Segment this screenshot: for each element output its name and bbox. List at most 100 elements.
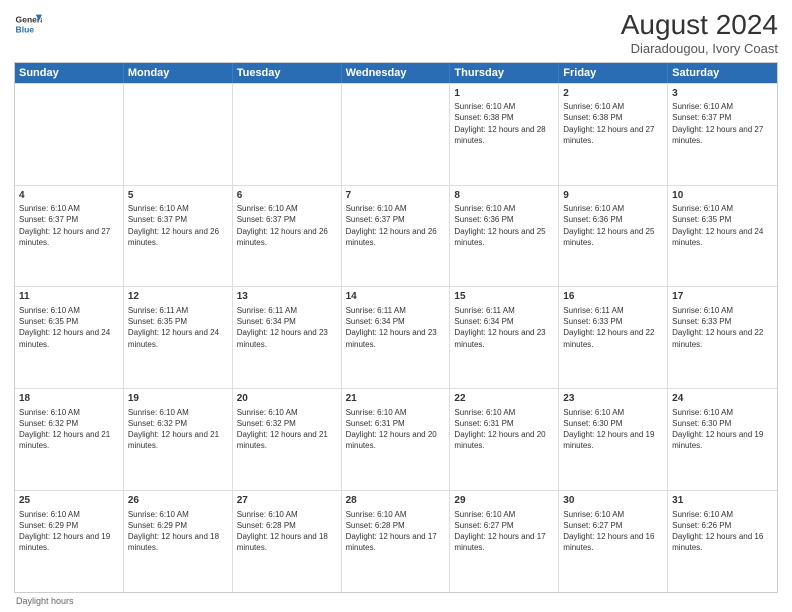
day-number: 12 xyxy=(128,290,228,304)
day-number: 6 xyxy=(237,189,337,203)
day-info: Sunrise: 6:10 AMSunset: 6:37 PMDaylight:… xyxy=(346,203,446,248)
day-info: Sunrise: 6:10 AMSunset: 6:30 PMDaylight:… xyxy=(563,407,663,452)
calendar-cell-15: 15Sunrise: 6:11 AMSunset: 6:34 PMDayligh… xyxy=(450,287,559,388)
calendar-cell-25: 25Sunrise: 6:10 AMSunset: 6:29 PMDayligh… xyxy=(15,491,124,592)
header-tuesday: Tuesday xyxy=(233,63,342,83)
calendar-week-3: 11Sunrise: 6:10 AMSunset: 6:35 PMDayligh… xyxy=(15,286,777,388)
day-number: 23 xyxy=(563,392,663,406)
day-info: Sunrise: 6:10 AMSunset: 6:29 PMDaylight:… xyxy=(128,509,228,554)
day-info: Sunrise: 6:10 AMSunset: 6:32 PMDaylight:… xyxy=(128,407,228,452)
day-info: Sunrise: 6:10 AMSunset: 6:35 PMDaylight:… xyxy=(19,305,119,350)
calendar-cell-27: 27Sunrise: 6:10 AMSunset: 6:28 PMDayligh… xyxy=(233,491,342,592)
day-info: Sunrise: 6:10 AMSunset: 6:32 PMDaylight:… xyxy=(237,407,337,452)
calendar-cell-28: 28Sunrise: 6:10 AMSunset: 6:28 PMDayligh… xyxy=(342,491,451,592)
calendar-cell-empty xyxy=(342,84,451,185)
day-number: 8 xyxy=(454,189,554,203)
day-number: 28 xyxy=(346,494,446,508)
day-number: 17 xyxy=(672,290,773,304)
calendar-week-2: 4Sunrise: 6:10 AMSunset: 6:37 PMDaylight… xyxy=(15,185,777,287)
calendar-cell-29: 29Sunrise: 6:10 AMSunset: 6:27 PMDayligh… xyxy=(450,491,559,592)
calendar-cell-10: 10Sunrise: 6:10 AMSunset: 6:35 PMDayligh… xyxy=(668,186,777,287)
header-friday: Friday xyxy=(559,63,668,83)
calendar-cell-26: 26Sunrise: 6:10 AMSunset: 6:29 PMDayligh… xyxy=(124,491,233,592)
calendar-cell-21: 21Sunrise: 6:10 AMSunset: 6:31 PMDayligh… xyxy=(342,389,451,490)
day-number: 29 xyxy=(454,494,554,508)
calendar-cell-23: 23Sunrise: 6:10 AMSunset: 6:30 PMDayligh… xyxy=(559,389,668,490)
header-wednesday: Wednesday xyxy=(342,63,451,83)
day-info: Sunrise: 6:11 AMSunset: 6:33 PMDaylight:… xyxy=(563,305,663,350)
calendar-cell-19: 19Sunrise: 6:10 AMSunset: 6:32 PMDayligh… xyxy=(124,389,233,490)
calendar-cell-2: 2Sunrise: 6:10 AMSunset: 6:38 PMDaylight… xyxy=(559,84,668,185)
calendar-cell-16: 16Sunrise: 6:11 AMSunset: 6:33 PMDayligh… xyxy=(559,287,668,388)
day-number: 18 xyxy=(19,392,119,406)
day-info: Sunrise: 6:10 AMSunset: 6:27 PMDaylight:… xyxy=(563,509,663,554)
day-number: 7 xyxy=(346,189,446,203)
day-number: 13 xyxy=(237,290,337,304)
calendar-cell-31: 31Sunrise: 6:10 AMSunset: 6:26 PMDayligh… xyxy=(668,491,777,592)
calendar-body: 1Sunrise: 6:10 AMSunset: 6:38 PMDaylight… xyxy=(15,83,777,592)
calendar-cell-6: 6Sunrise: 6:10 AMSunset: 6:37 PMDaylight… xyxy=(233,186,342,287)
day-number: 10 xyxy=(672,189,773,203)
calendar-cell-7: 7Sunrise: 6:10 AMSunset: 6:37 PMDaylight… xyxy=(342,186,451,287)
day-info: Sunrise: 6:10 AMSunset: 6:38 PMDaylight:… xyxy=(563,101,663,146)
day-number: 11 xyxy=(19,290,119,304)
day-info: Sunrise: 6:10 AMSunset: 6:31 PMDaylight:… xyxy=(454,407,554,452)
day-info: Sunrise: 6:10 AMSunset: 6:31 PMDaylight:… xyxy=(346,407,446,452)
day-info: Sunrise: 6:10 AMSunset: 6:37 PMDaylight:… xyxy=(19,203,119,248)
calendar-cell-1: 1Sunrise: 6:10 AMSunset: 6:38 PMDaylight… xyxy=(450,84,559,185)
calendar-cell-18: 18Sunrise: 6:10 AMSunset: 6:32 PMDayligh… xyxy=(15,389,124,490)
day-number: 9 xyxy=(563,189,663,203)
day-number: 21 xyxy=(346,392,446,406)
calendar-cell-13: 13Sunrise: 6:11 AMSunset: 6:34 PMDayligh… xyxy=(233,287,342,388)
day-number: 2 xyxy=(563,87,663,101)
day-info: Sunrise: 6:10 AMSunset: 6:37 PMDaylight:… xyxy=(672,101,773,146)
day-number: 5 xyxy=(128,189,228,203)
calendar-cell-3: 3Sunrise: 6:10 AMSunset: 6:37 PMDaylight… xyxy=(668,84,777,185)
calendar-cell-empty xyxy=(124,84,233,185)
calendar-week-4: 18Sunrise: 6:10 AMSunset: 6:32 PMDayligh… xyxy=(15,388,777,490)
day-number: 27 xyxy=(237,494,337,508)
calendar-cell-empty xyxy=(233,84,342,185)
calendar-cell-9: 9Sunrise: 6:10 AMSunset: 6:36 PMDaylight… xyxy=(559,186,668,287)
day-number: 19 xyxy=(128,392,228,406)
day-info: Sunrise: 6:10 AMSunset: 6:36 PMDaylight:… xyxy=(454,203,554,248)
calendar-week-5: 25Sunrise: 6:10 AMSunset: 6:29 PMDayligh… xyxy=(15,490,777,592)
calendar-title: August 2024 xyxy=(621,10,778,41)
day-info: Sunrise: 6:10 AMSunset: 6:28 PMDaylight:… xyxy=(237,509,337,554)
day-info: Sunrise: 6:11 AMSunset: 6:34 PMDaylight:… xyxy=(346,305,446,350)
header-saturday: Saturday xyxy=(668,63,777,83)
calendar-cell-20: 20Sunrise: 6:10 AMSunset: 6:32 PMDayligh… xyxy=(233,389,342,490)
day-info: Sunrise: 6:11 AMSunset: 6:35 PMDaylight:… xyxy=(128,305,228,350)
title-block: August 2024 Diaradougou, Ivory Coast xyxy=(621,10,778,56)
day-number: 31 xyxy=(672,494,773,508)
day-number: 30 xyxy=(563,494,663,508)
day-info: Sunrise: 6:10 AMSunset: 6:26 PMDaylight:… xyxy=(672,509,773,554)
calendar-cell-24: 24Sunrise: 6:10 AMSunset: 6:30 PMDayligh… xyxy=(668,389,777,490)
day-number: 4 xyxy=(19,189,119,203)
day-info: Sunrise: 6:10 AMSunset: 6:32 PMDaylight:… xyxy=(19,407,119,452)
calendar-cell-14: 14Sunrise: 6:11 AMSunset: 6:34 PMDayligh… xyxy=(342,287,451,388)
day-info: Sunrise: 6:10 AMSunset: 6:35 PMDaylight:… xyxy=(672,203,773,248)
calendar-cell-8: 8Sunrise: 6:10 AMSunset: 6:36 PMDaylight… xyxy=(450,186,559,287)
day-number: 22 xyxy=(454,392,554,406)
day-info: Sunrise: 6:11 AMSunset: 6:34 PMDaylight:… xyxy=(237,305,337,350)
page: General Blue August 2024 Diaradougou, Iv… xyxy=(0,0,792,612)
day-number: 15 xyxy=(454,290,554,304)
day-number: 3 xyxy=(672,87,773,101)
day-number: 26 xyxy=(128,494,228,508)
day-info: Sunrise: 6:10 AMSunset: 6:29 PMDaylight:… xyxy=(19,509,119,554)
header-monday: Monday xyxy=(124,63,233,83)
svg-text:Blue: Blue xyxy=(16,25,35,35)
calendar-subtitle: Diaradougou, Ivory Coast xyxy=(621,41,778,56)
calendar-cell-30: 30Sunrise: 6:10 AMSunset: 6:27 PMDayligh… xyxy=(559,491,668,592)
day-info: Sunrise: 6:11 AMSunset: 6:34 PMDaylight:… xyxy=(454,305,554,350)
day-info: Sunrise: 6:10 AMSunset: 6:30 PMDaylight:… xyxy=(672,407,773,452)
logo: General Blue xyxy=(14,10,42,38)
calendar-cell-empty xyxy=(15,84,124,185)
calendar-header: Sunday Monday Tuesday Wednesday Thursday… xyxy=(15,63,777,83)
day-number: 16 xyxy=(563,290,663,304)
day-info: Sunrise: 6:10 AMSunset: 6:37 PMDaylight:… xyxy=(237,203,337,248)
calendar-cell-4: 4Sunrise: 6:10 AMSunset: 6:37 PMDaylight… xyxy=(15,186,124,287)
footer-note: Daylight hours xyxy=(14,596,778,606)
calendar-cell-17: 17Sunrise: 6:10 AMSunset: 6:33 PMDayligh… xyxy=(668,287,777,388)
